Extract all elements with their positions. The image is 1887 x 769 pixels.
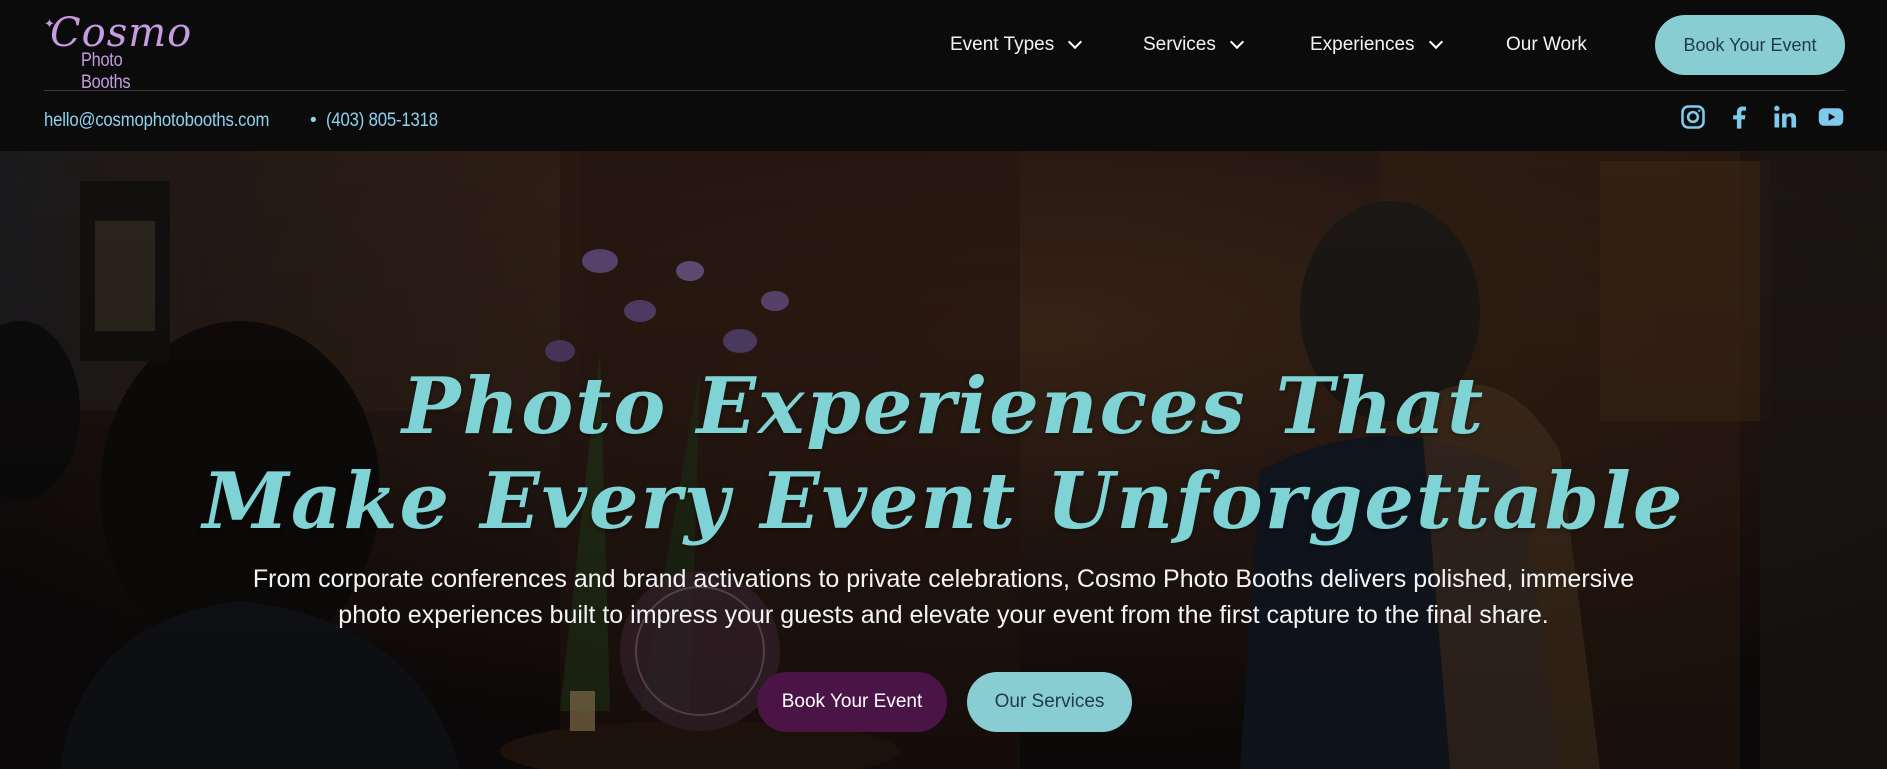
nav-label: Experiences bbox=[1310, 34, 1415, 55]
nav-item-services[interactable]: Services bbox=[1143, 30, 1244, 60]
book-event-button[interactable]: Book Your Event bbox=[1655, 15, 1845, 75]
hero-headline-line-1: Photo Experiences That bbox=[401, 361, 1486, 452]
contact-info: hello@cosmophotobooths.com • (403) 805-1… bbox=[44, 107, 454, 135]
social-links bbox=[1679, 103, 1845, 131]
hero-our-services-button[interactable]: Our Services bbox=[967, 672, 1132, 732]
youtube-icon[interactable] bbox=[1817, 103, 1845, 131]
contact-separator: • bbox=[309, 110, 317, 131]
main-nav: Event Types Services Experiences Our Wor… bbox=[0, 30, 1887, 60]
nav-label: Services bbox=[1143, 34, 1216, 55]
site-header: ✦ Cosmo Photo Booths Event Types Service… bbox=[0, 0, 1887, 93]
nav-item-experiences[interactable]: Experiences bbox=[1310, 30, 1443, 60]
email-link[interactable]: hello@cosmophotobooths.com bbox=[44, 110, 269, 132]
nav-item-event-types[interactable]: Event Types bbox=[950, 30, 1083, 60]
hero-section: Photo Experiences That Make Every Event … bbox=[0, 151, 1887, 769]
facebook-icon[interactable] bbox=[1725, 103, 1753, 131]
nav-label: Our Work bbox=[1506, 34, 1587, 55]
chevron-down-icon bbox=[1428, 34, 1443, 50]
nav-label: Event Types bbox=[950, 34, 1055, 55]
hero-headline-line-2: Make Every Event Unforgettable bbox=[202, 456, 1685, 547]
hero-book-event-button[interactable]: Book Your Event bbox=[757, 672, 947, 732]
instagram-icon[interactable] bbox=[1679, 103, 1707, 131]
phone-link[interactable]: (403) 805-1318 bbox=[326, 110, 438, 132]
chevron-down-icon bbox=[1068, 34, 1083, 50]
nav-item-our-work[interactable]: Our Work bbox=[1506, 30, 1587, 60]
hero-description: From corporate conferences and brand act… bbox=[252, 565, 1635, 629]
chevron-down-icon bbox=[1229, 34, 1244, 50]
contact-bar: hello@cosmophotobooths.com • (403) 805-1… bbox=[0, 91, 1887, 151]
linkedin-icon[interactable] bbox=[1771, 103, 1799, 131]
